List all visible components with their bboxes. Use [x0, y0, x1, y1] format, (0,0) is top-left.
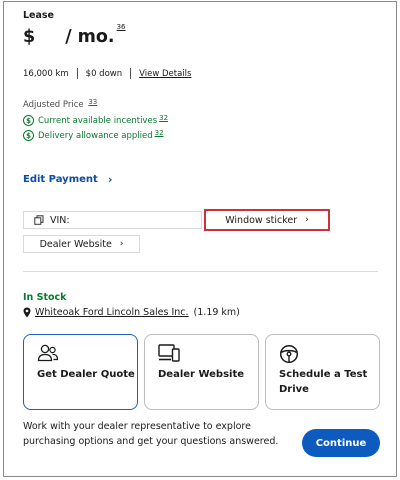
chevron-right-icon: ›	[305, 215, 309, 225]
incentives-footnote-link[interactable]: 32	[159, 114, 168, 122]
copy-icon	[34, 215, 44, 225]
vin-label: VIN:	[50, 214, 70, 226]
continue-button[interactable]: Continue	[302, 429, 380, 457]
dealer-note: Work with your dealer representative to …	[23, 421, 279, 447]
dealer-location: Whiteoak Ford Lincoln Sales Inc. (1.19 k…	[23, 307, 240, 318]
period-label: / mo.	[65, 27, 115, 47]
schedule-test-drive-card[interactable]: Schedule a Test Drive	[265, 334, 380, 410]
section-divider	[23, 271, 378, 272]
window-sticker-button[interactable]: Window sticker ›	[204, 209, 330, 231]
term-separator	[130, 68, 132, 79]
currency-symbol: $	[23, 27, 36, 47]
location-pin-icon	[23, 307, 31, 318]
delivery-allowance-row: $ Delivery allowance applied 32	[23, 129, 164, 141]
dealer-website-label: Dealer Website	[39, 238, 112, 250]
dealer-website-button[interactable]: Dealer Website ›	[23, 235, 140, 253]
monthly-price: $ / mo. 36	[23, 23, 126, 47]
vin-field[interactable]: VIN:	[23, 211, 202, 229]
mileage-term: 16,000 km	[23, 68, 69, 79]
chevron-right-icon: ›	[107, 173, 113, 186]
stock-status: In Stock	[23, 292, 67, 303]
window-sticker-label: Window sticker	[225, 214, 298, 226]
get-dealer-quote-label: Get Dealer Quote	[37, 369, 135, 380]
dealer-website-card[interactable]: Dealer Website	[144, 334, 259, 410]
delivery-footnote-link[interactable]: 32	[155, 129, 164, 137]
dealer-website-card-label: Dealer Website	[158, 369, 245, 380]
dealer-name-link[interactable]: Whiteoak Ford Lincoln Sales Inc.	[35, 307, 189, 318]
dealer-distance: (1.19 km)	[193, 307, 240, 318]
dollar-circle-icon: $	[23, 115, 34, 126]
lease-terms: 16,000 km $0 down View Details	[23, 68, 191, 79]
incentives-row: $ Current available incentives 32	[23, 114, 168, 126]
incentives-text: Current available incentives	[38, 115, 158, 126]
dollar-circle-icon: $	[23, 130, 34, 141]
down-payment-term: $0 down	[85, 68, 123, 79]
view-details-link[interactable]: View Details	[139, 69, 191, 79]
get-dealer-quote-card[interactable]: Get Dealer Quote	[23, 334, 138, 410]
edit-payment-label: Edit Payment	[23, 174, 98, 185]
people-icon	[37, 344, 59, 362]
adjusted-price-label: Adjusted Price 33	[23, 98, 98, 110]
delivery-allowance-text: Delivery allowance applied	[38, 130, 153, 141]
adjusted-price-footnote-link[interactable]: 33	[88, 98, 97, 106]
steering-wheel-icon	[279, 344, 299, 364]
term-separator	[76, 68, 78, 79]
vehicle-pricing-card: Lease $ / mo. 36 16,000 km $0 down View …	[3, 1, 397, 477]
devices-icon	[158, 344, 180, 362]
chevron-right-icon: ›	[119, 239, 124, 249]
edit-payment-link[interactable]: Edit Payment ›	[23, 173, 112, 186]
lease-label: Lease	[23, 10, 55, 21]
price-footnote-link[interactable]: 36	[117, 23, 126, 31]
schedule-test-drive-label: Schedule a Test Drive	[279, 369, 368, 395]
